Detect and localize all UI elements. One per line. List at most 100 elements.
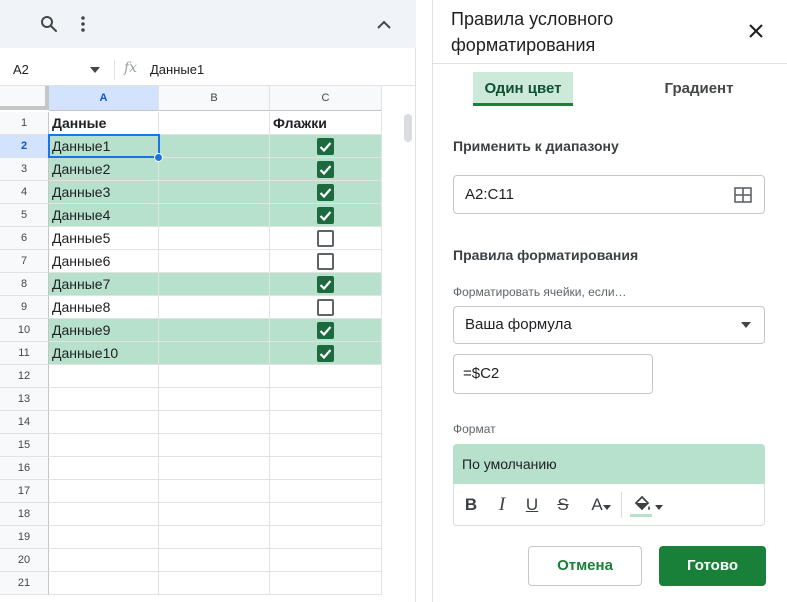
- done-button[interactable]: Готово: [659, 546, 766, 586]
- cell[interactable]: Данные3: [49, 181, 159, 204]
- checkbox[interactable]: [317, 276, 334, 293]
- row-header[interactable]: 13: [0, 388, 49, 411]
- column-header-b[interactable]: B: [159, 86, 270, 111]
- checkbox[interactable]: [317, 207, 334, 224]
- underline-button[interactable]: U: [519, 492, 545, 518]
- cell[interactable]: [270, 388, 382, 411]
- column-header-a[interactable]: A: [49, 86, 159, 111]
- row-header[interactable]: 1: [0, 112, 49, 135]
- cell[interactable]: Данные7: [49, 273, 159, 296]
- cell[interactable]: [159, 227, 270, 250]
- tab-gradient[interactable]: Градиент: [647, 72, 751, 106]
- italic-button[interactable]: I: [489, 492, 515, 518]
- cell[interactable]: [159, 526, 270, 549]
- text-color-button[interactable]: A: [581, 492, 613, 518]
- range-input[interactable]: A2:C11: [453, 175, 765, 214]
- cell[interactable]: [159, 572, 270, 595]
- cell[interactable]: [270, 365, 382, 388]
- checkbox[interactable]: [317, 253, 334, 270]
- row-header[interactable]: 3: [0, 158, 49, 181]
- cell[interactable]: Данные6: [49, 250, 159, 273]
- cell[interactable]: [159, 250, 270, 273]
- row-header[interactable]: 11: [0, 342, 49, 365]
- select-all-corner[interactable]: [0, 86, 49, 110]
- cell[interactable]: [49, 457, 159, 480]
- cell[interactable]: [49, 572, 159, 595]
- fill-color-button[interactable]: [628, 492, 664, 518]
- grid-select-icon[interactable]: [734, 187, 752, 203]
- close-icon[interactable]: [743, 18, 769, 44]
- checkbox[interactable]: [317, 161, 334, 178]
- cell[interactable]: [49, 503, 159, 526]
- row-header[interactable]: 17: [0, 480, 49, 503]
- cell[interactable]: [270, 411, 382, 434]
- cell[interactable]: [159, 480, 270, 503]
- row-header[interactable]: 7: [0, 250, 49, 273]
- row-header[interactable]: 6: [0, 227, 49, 250]
- row-header[interactable]: 5: [0, 204, 49, 227]
- cell[interactable]: Данные1: [49, 135, 159, 158]
- checkbox[interactable]: [317, 230, 334, 247]
- checkbox[interactable]: [317, 345, 334, 362]
- search-icon[interactable]: [33, 8, 65, 40]
- checkbox[interactable]: [317, 322, 334, 339]
- fill-handle[interactable]: [154, 153, 163, 162]
- cell[interactable]: Данные8: [49, 296, 159, 319]
- row-header[interactable]: 2: [0, 135, 49, 158]
- row-header[interactable]: 4: [0, 181, 49, 204]
- row-header[interactable]: 10: [0, 319, 49, 342]
- cell[interactable]: [159, 365, 270, 388]
- cell[interactable]: [159, 549, 270, 572]
- cell[interactable]: [159, 388, 270, 411]
- cell[interactable]: [159, 112, 270, 135]
- cell[interactable]: Флажки: [270, 112, 382, 135]
- cell[interactable]: [159, 296, 270, 319]
- cell[interactable]: [159, 319, 270, 342]
- cell[interactable]: [159, 181, 270, 204]
- row-header[interactable]: 14: [0, 411, 49, 434]
- cell[interactable]: [270, 457, 382, 480]
- cell[interactable]: [49, 549, 159, 572]
- row-header[interactable]: 18: [0, 503, 49, 526]
- cell[interactable]: [159, 204, 270, 227]
- cell[interactable]: [49, 434, 159, 457]
- row-header[interactable]: 20: [0, 549, 49, 572]
- row-header[interactable]: 21: [0, 572, 49, 595]
- custom-formula-input[interactable]: =$C2: [453, 354, 653, 394]
- row-header[interactable]: 8: [0, 273, 49, 296]
- cancel-button[interactable]: Отмена: [528, 546, 642, 586]
- column-header-c[interactable]: C: [270, 86, 382, 111]
- checkbox[interactable]: [317, 138, 334, 155]
- chevron-up-icon[interactable]: [368, 8, 400, 40]
- cell[interactable]: [49, 480, 159, 503]
- cell[interactable]: [49, 365, 159, 388]
- cell[interactable]: [270, 572, 382, 595]
- row-header[interactable]: 16: [0, 457, 49, 480]
- cell[interactable]: [159, 342, 270, 365]
- cell[interactable]: [159, 503, 270, 526]
- row-header[interactable]: 15: [0, 434, 49, 457]
- condition-select[interactable]: Ваша формула: [453, 306, 765, 344]
- tab-single-color[interactable]: Один цвет: [473, 72, 573, 106]
- row-header[interactable]: 9: [0, 296, 49, 319]
- strikethrough-button[interactable]: S: [550, 492, 576, 518]
- cell[interactable]: Данные5: [49, 227, 159, 250]
- row-header[interactable]: 12: [0, 365, 49, 388]
- cell[interactable]: [270, 503, 382, 526]
- cell[interactable]: [270, 434, 382, 457]
- cell[interactable]: [270, 526, 382, 549]
- cell[interactable]: [159, 135, 270, 158]
- cell[interactable]: [159, 434, 270, 457]
- cell[interactable]: [49, 526, 159, 549]
- cell[interactable]: [159, 457, 270, 480]
- dropdown-arrow-icon[interactable]: [90, 67, 100, 73]
- checkbox[interactable]: [317, 299, 334, 316]
- cell[interactable]: Данные2: [49, 158, 159, 181]
- row-header[interactable]: 19: [0, 526, 49, 549]
- bold-button[interactable]: B: [458, 492, 484, 518]
- vertical-scrollbar[interactable]: [404, 114, 412, 142]
- cell[interactable]: [270, 480, 382, 503]
- more-vert-icon[interactable]: [67, 8, 99, 40]
- cell[interactable]: Данные4: [49, 204, 159, 227]
- cell[interactable]: [159, 273, 270, 296]
